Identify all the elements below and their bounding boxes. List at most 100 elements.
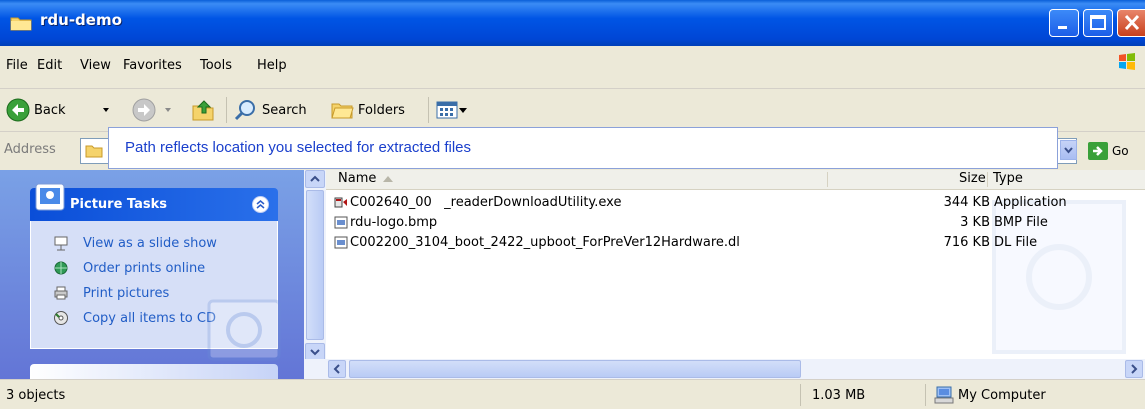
toolbar: Back Search Folders (0, 89, 1145, 132)
column-size-header[interactable]: Size (959, 170, 986, 189)
folder-icon (10, 17, 32, 31)
views-dropdown-icon (459, 108, 467, 113)
chevron-right-icon (1131, 364, 1138, 374)
task-pane: Picture Tasks View as a slide show Order… (0, 170, 304, 379)
back-button[interactable]: Back (6, 89, 66, 131)
close-button[interactable] (1117, 9, 1145, 37)
search-label: Search (262, 102, 307, 118)
minimize-button[interactable] (1049, 9, 1079, 37)
up-folder-button[interactable] (190, 89, 216, 131)
chevron-down-icon (310, 349, 320, 356)
views-button[interactable] (436, 89, 468, 131)
folder-icon (85, 145, 103, 158)
back-label: Back (34, 102, 66, 118)
status-zone-label: My Computer (958, 387, 1046, 403)
horizontal-scrollbar[interactable] (304, 359, 1145, 379)
status-divider (800, 384, 801, 406)
back-dropdown-icon[interactable] (102, 106, 110, 114)
sort-ascending-icon (383, 176, 393, 182)
address-label: Address (4, 142, 56, 157)
views-icon (436, 101, 458, 119)
horizontal-scroll-thumb[interactable] (349, 360, 801, 378)
file-name-cell: C002200_3104_boot_2422_upboot_ForPreVer1… (334, 235, 740, 250)
forward-arrow-icon (132, 98, 156, 122)
scroll-right-button[interactable] (1125, 360, 1143, 378)
globe-icon (54, 261, 68, 275)
minimize-icon (1058, 26, 1067, 29)
forward-button[interactable] (132, 89, 156, 131)
picture-watermark-icon (207, 299, 281, 361)
file-name-text: C002640_00 _readerDownloadUtility.exe (350, 195, 622, 210)
picture-tasks-body: View as a slide show Order prints online… (30, 221, 281, 361)
printer-icon (54, 286, 68, 300)
file-list-view: Name Size Type C002640_00 _readerDownloa… (304, 170, 1145, 379)
task-order-prints[interactable]: Order prints online (53, 258, 205, 278)
task-copy-to-cd[interactable]: Copy all items to CD (53, 308, 216, 328)
task-label: Copy all items to CD (83, 310, 216, 326)
folders-label: Folders (358, 102, 405, 118)
scroll-left-button[interactable] (328, 360, 346, 378)
task-print-pictures[interactable]: Print pictures (53, 283, 169, 303)
dl-file-icon (334, 236, 348, 249)
forward-dropdown-icon[interactable] (164, 106, 172, 114)
file-name-text: rdu-logo.bmp (350, 215, 438, 230)
chevron-up-icon (310, 175, 320, 182)
folders-icon (331, 103, 354, 119)
explorer-window: rdu-demo File Edit View Favorites Tools … (0, 0, 1145, 409)
menu-tools[interactable]: Tools (200, 58, 232, 73)
title-bar[interactable]: rdu-demo (0, 0, 1145, 46)
picture-tasks-header[interactable]: Picture Tasks (30, 188, 278, 221)
column-divider[interactable] (987, 172, 988, 187)
address-dropdown-button[interactable] (1060, 140, 1077, 160)
exe-icon (334, 197, 347, 208)
go-arrow-icon (1088, 142, 1108, 160)
bmp-file-icon (334, 216, 348, 229)
file-name-cell: C002640_00 _readerDownloadUtility.exe (334, 195, 621, 210)
file-size-cell: 344 KB (943, 195, 990, 210)
column-name-header[interactable]: Name (338, 170, 376, 189)
table-row[interactable]: C002200_3104_boot_2422_upboot_ForPreVer1… (334, 234, 1134, 254)
table-row[interactable]: C002640_00 _readerDownloadUtility.exe 34… (334, 194, 1134, 214)
toolbar-separator (428, 97, 429, 123)
close-icon (1124, 14, 1140, 31)
toolbar-separator (226, 97, 227, 123)
slideshow-icon (54, 236, 68, 251)
up-folder-icon (192, 100, 214, 121)
vertical-scroll-thumb[interactable] (306, 190, 324, 340)
status-divider (925, 384, 926, 406)
file-type-cell: BMP File (994, 215, 1048, 230)
column-type-header[interactable]: Type (993, 170, 1023, 189)
file-size-cell: 3 KB (960, 215, 990, 230)
file-size-cell: 716 KB (943, 235, 990, 250)
file-name-cell: rdu-logo.bmp (334, 215, 437, 230)
windows-logo-icon (1119, 53, 1135, 70)
task-label: Print pictures (83, 285, 170, 301)
menu-edit[interactable]: Edit (37, 58, 62, 73)
vertical-scrollbar[interactable] (304, 170, 326, 361)
folders-button[interactable]: Folders (330, 89, 405, 131)
file-type-cell: DL File (994, 235, 1038, 250)
task-view-slideshow[interactable]: View as a slide show (53, 233, 217, 253)
collapse-button[interactable] (252, 196, 269, 213)
menu-file[interactable]: File (6, 58, 28, 73)
menu-favorites[interactable]: Favorites (123, 58, 182, 73)
table-row[interactable]: rdu-logo.bmp 3 KB BMP File (334, 214, 1134, 234)
search-button[interactable]: Search (234, 89, 307, 131)
chevron-left-icon (333, 364, 340, 374)
cd-icon (54, 311, 68, 325)
file-type-cell: Application (994, 195, 1067, 210)
column-header-row: Name Size Type (326, 170, 1145, 190)
column-divider[interactable] (827, 172, 828, 187)
my-computer-icon (934, 386, 954, 404)
task-label: Order prints online (83, 260, 206, 276)
maximize-icon (1090, 15, 1106, 30)
menu-help[interactable]: Help (257, 58, 287, 73)
maximize-button[interactable] (1083, 9, 1113, 37)
go-button[interactable]: Go (1088, 142, 1129, 160)
annotation-callout: Path reflects location you selected for … (108, 127, 1058, 169)
menu-view[interactable]: View (80, 58, 111, 73)
status-zone: My Computer (934, 386, 1046, 404)
scroll-up-button[interactable] (305, 170, 325, 188)
other-tasks-header[interactable] (30, 364, 278, 379)
window-title: rdu-demo (40, 11, 122, 29)
